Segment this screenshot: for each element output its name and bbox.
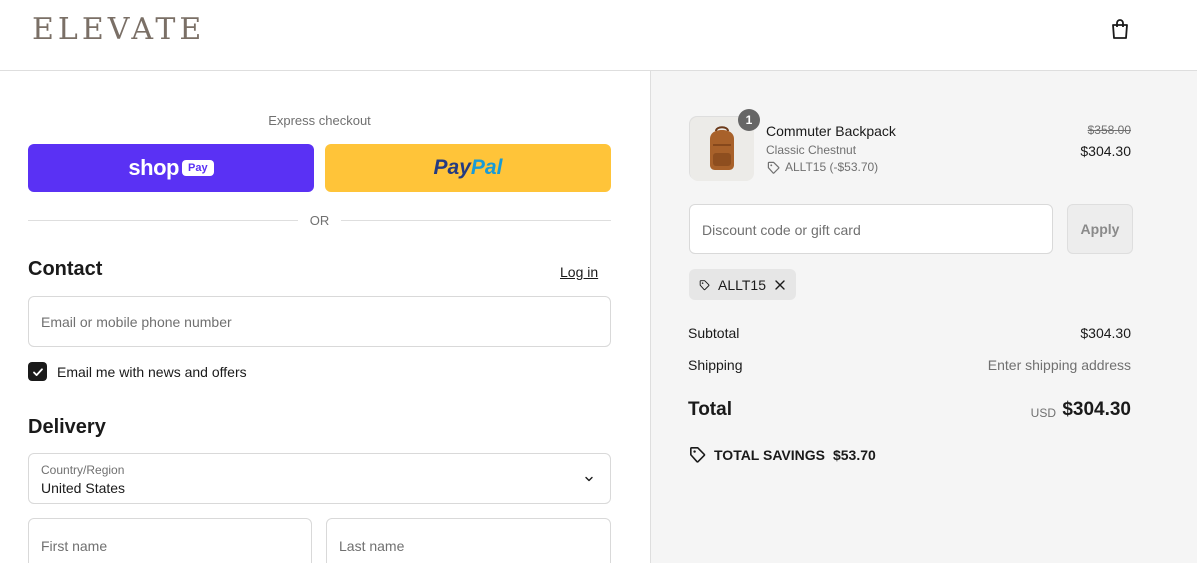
subtotal-value: $304.30 [1080,325,1131,341]
divider-line [341,219,611,221]
product-name: Commuter Backpack [766,123,896,139]
product-discount: ALLT15 (-$53.70) [767,160,878,174]
tag-icon [690,447,706,463]
shop-pay-wordmark: shop [128,155,179,180]
shipping-label: Shipping [688,357,743,373]
chevron-down-icon [585,476,593,482]
last-name-field[interactable]: Last name [326,518,611,563]
paypal-wordmark-pal: Pal [470,156,503,179]
total-currency: USD [1030,406,1056,420]
close-icon [775,279,785,290]
login-link[interactable]: Log in [560,264,598,280]
checkmark-icon [32,367,43,376]
last-name-placeholder: Last name [339,538,405,554]
or-divider: OR [28,211,611,229]
savings-label: TOTAL SAVINGS [714,446,825,463]
brand-logo[interactable]: ELEVATE [32,12,205,47]
paypal-button[interactable]: Pay Pal [325,144,611,192]
tag-icon [699,279,710,290]
site-header: ELEVATE [0,0,1197,71]
apply-button[interactable]: Apply [1067,204,1133,254]
shopping-bag-icon[interactable] [1108,17,1132,41]
country-select[interactable]: Country/Region United States [28,453,611,504]
total-savings: TOTAL SAVINGS $53.70 [689,446,876,463]
item-price: $304.30 [1080,143,1131,159]
shop-pay-badge: Pay [181,160,214,176]
tag-icon [767,161,780,174]
savings-value: $53.70 [832,446,876,463]
shipping-value: Enter shipping address [987,357,1131,373]
total-label: Total [688,399,732,420]
paypal-wordmark-pay: Pay [433,156,471,179]
discount-placeholder: Discount code or gift card [702,222,861,238]
first-name-placeholder: First name [41,538,108,554]
newsletter-label: Email me with news and offers [57,364,247,380]
total-value: $304.30 [1062,399,1131,420]
discount-code-input[interactable]: Discount code or gift card [689,204,1053,254]
remove-discount-button[interactable] [774,279,786,291]
delivery-heading: Delivery [28,416,106,438]
applied-discount-code: ALLT15 [718,276,766,293]
contact-heading: Contact [28,258,103,280]
shop-pay-button[interactable]: shop Pay [28,144,314,192]
subtotal-label: Subtotal [688,325,740,341]
first-name-field[interactable]: First name [28,518,312,563]
or-text: OR [309,212,330,228]
email-field[interactable]: Email or mobile phone number [28,296,611,347]
order-summary-column: 1 Commuter Backpack Classic Chestnut ALL… [650,71,1197,563]
email-placeholder: Email or mobile phone number [41,314,232,330]
applied-discount-chip: ALLT15 [689,269,796,300]
country-label: Country/Region [41,463,125,477]
product-variant: Classic Chestnut [766,143,857,157]
checkout-form-column: Express checkout shop Pay Pay Pal OR Cont… [0,71,650,563]
original-price: $358.00 [1087,123,1131,137]
country-value: United States [41,480,126,496]
express-checkout-label: Express checkout [268,113,371,128]
newsletter-checkbox[interactable] [28,362,47,381]
quantity-badge: 1 [738,109,760,131]
product-discount-text: ALLT15 (-$53.70) [785,160,879,174]
divider-line [28,219,298,221]
